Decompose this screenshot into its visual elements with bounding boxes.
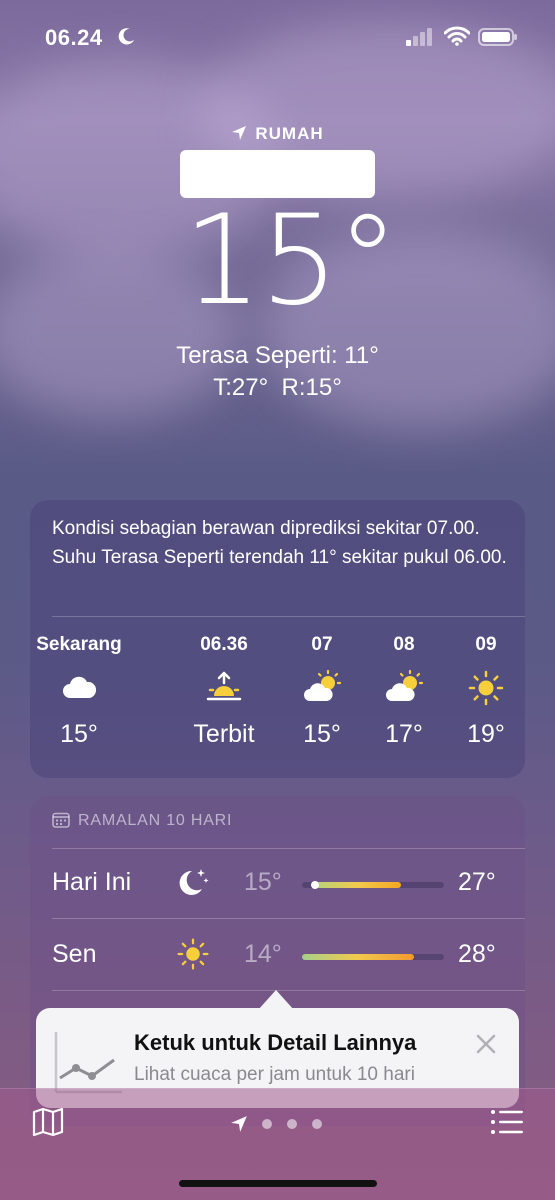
- location-arrow-icon: [232, 126, 247, 140]
- day-row-monday[interactable]: Sen 14° 28°: [30, 920, 525, 990]
- temperature-range-fill: [302, 954, 415, 960]
- list-icon[interactable]: [490, 1109, 524, 1135]
- hour-item[interactable]: 06.36 Terbit: [174, 634, 274, 749]
- temperature-range-bar: [302, 954, 444, 960]
- cellular-signal-icon: [406, 28, 432, 46]
- page-dot[interactable]: [287, 1119, 297, 1129]
- hour-item[interactable]: 09 19°: [436, 634, 536, 749]
- hour-label: Sekarang: [36, 634, 122, 655]
- day-low: 15°: [244, 868, 282, 896]
- battery-icon: [478, 28, 517, 46]
- day-name: Hari Ini: [52, 868, 132, 896]
- day-low: 14°: [244, 940, 282, 968]
- ten-day-title: RAMALAN 10 HARI: [78, 812, 233, 829]
- page-dot[interactable]: [312, 1119, 322, 1129]
- hour-item[interactable]: Sekarang 15°: [29, 634, 129, 749]
- page-dot[interactable]: [262, 1119, 272, 1129]
- map-icon[interactable]: [32, 1107, 64, 1137]
- hour-label: 09: [475, 634, 497, 655]
- high-low: T:27° R:15°: [213, 374, 342, 401]
- hour-label: 06.36: [200, 634, 248, 655]
- page-indicator[interactable]: [230, 1113, 340, 1133]
- home-indicator[interactable]: [179, 1180, 377, 1187]
- cloud-icon: [63, 676, 97, 698]
- hourly-forecast-card[interactable]: Kondisi sebagian berawan diprediksi seki…: [30, 500, 525, 778]
- divider: [52, 918, 525, 919]
- hour-temp: Terbit: [193, 720, 255, 748]
- moon-icon: [118, 28, 135, 45]
- moon-stars-icon: [179, 869, 209, 895]
- location-name: RUMAH: [255, 124, 324, 143]
- location-label[interactable]: RUMAH: [0, 124, 555, 144]
- calendar-icon: [52, 812, 70, 828]
- feels-like: Terasa Seperti: 11°: [176, 342, 379, 369]
- tooltip-subtitle: Lihat cuaca per jam untuk 10 hari: [134, 1064, 415, 1085]
- ten-day-header: RAMALAN 10 HARI: [52, 812, 232, 830]
- current-temperature: 15°: [183, 189, 399, 333]
- partly-cloudy-icon: [386, 669, 424, 701]
- sun-icon: [468, 670, 504, 706]
- forecast-summary: Kondisi sebagian berawan diprediksi seki…: [52, 518, 507, 568]
- temperature-range-fill: [316, 882, 402, 888]
- close-icon[interactable]: [474, 1032, 498, 1056]
- day-high: 28°: [458, 940, 496, 968]
- partly-cloudy-icon: [304, 669, 342, 701]
- divider: [52, 616, 525, 617]
- sunrise-icon: [206, 671, 242, 701]
- day-high: 27°: [458, 868, 496, 896]
- temperature-range-bar: [302, 881, 444, 889]
- hour-temp: 19°: [467, 720, 505, 748]
- current-location-icon: [231, 1116, 247, 1132]
- sun-icon: [177, 938, 209, 970]
- day-row-today[interactable]: Hari Ini 15° 27°: [30, 848, 525, 918]
- tooltip-title: Ketuk untuk Detail Lainnya: [134, 1030, 417, 1055]
- status-bar: 06.24: [0, 0, 555, 70]
- day-name: Sen: [52, 940, 97, 968]
- tooltip-pointer: [258, 990, 294, 1010]
- hour-temp: 15°: [60, 720, 98, 748]
- status-time: 06.24: [45, 25, 103, 50]
- line-chart-icon: [54, 1032, 122, 1094]
- wifi-icon: [444, 26, 470, 46]
- current-temp-dot: [311, 881, 319, 889]
